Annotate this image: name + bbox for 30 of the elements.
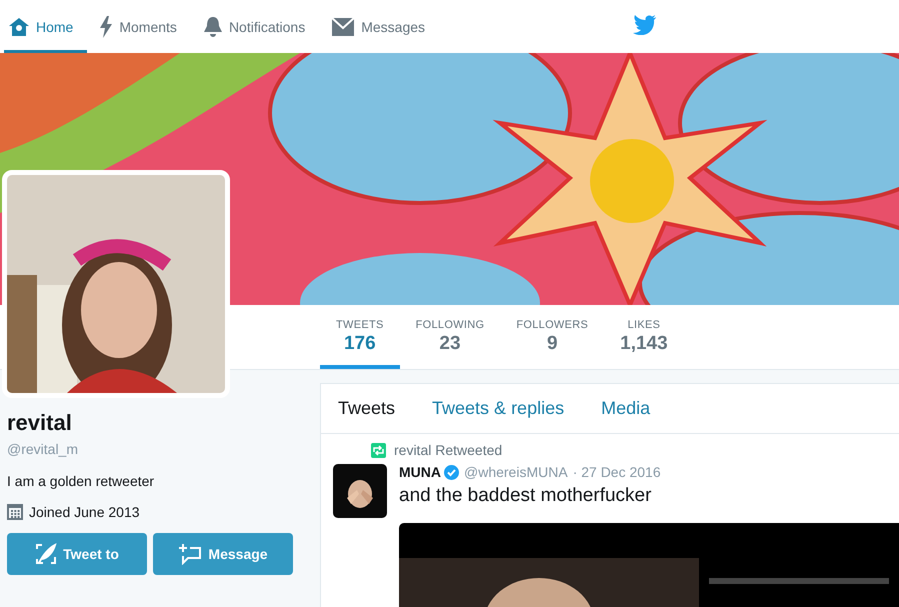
profile-handle: @revital_m <box>7 441 80 457</box>
tweet-text: and the baddest motherfucker <box>399 485 652 507</box>
timeline-tab[interactable]: Media <box>601 398 650 419</box>
action-button[interactable]: Tweet to <box>7 533 147 575</box>
stat-tab[interactable]: TWEETS 176 <box>320 305 400 369</box>
retweet-icon <box>371 442 386 458</box>
tweet-author: MUNA <box>399 464 441 480</box>
tweet-date: · 27 Dec 2016 <box>572 464 661 480</box>
home-icon <box>8 16 30 36</box>
retweet-context: revital Retweeted <box>394 442 502 458</box>
nav-tab[interactable]: Notifications <box>198 0 320 53</box>
new-message-icon <box>178 543 202 565</box>
profile-bio: I am a golden retweeter <box>7 473 156 489</box>
calendar-icon <box>7 503 23 520</box>
joined-date: Joined June 2013 <box>29 504 140 520</box>
bird-logo-icon[interactable] <box>633 15 657 35</box>
stat-tab[interactable]: FOLLOWERS 9 <box>500 305 604 369</box>
tweet-handle: @whereisMUNA <box>464 464 568 480</box>
stat-tab[interactable]: FOLLOWING 23 <box>400 305 500 369</box>
nav-tab[interactable]: Moments <box>95 0 191 53</box>
bell-icon <box>202 16 223 38</box>
quill-icon <box>35 543 58 565</box>
nav-tab[interactable]: Messages <box>327 0 440 53</box>
timeline-tab[interactable]: Tweets <box>338 398 396 419</box>
lightning-icon <box>99 16 114 38</box>
envelope-icon <box>331 16 356 36</box>
action-button[interactable]: Message <box>153 533 293 575</box>
stat-tab[interactable]: LIKES 1,143 <box>604 305 684 369</box>
profile-name: revital <box>7 410 73 436</box>
timeline-tab[interactable]: Tweets & replies <box>432 398 564 419</box>
